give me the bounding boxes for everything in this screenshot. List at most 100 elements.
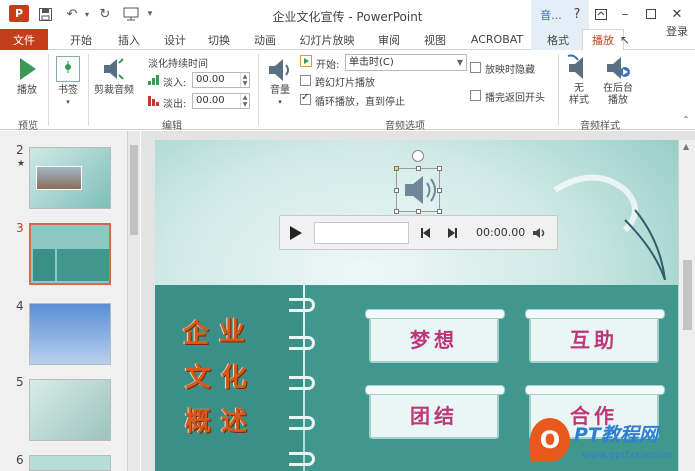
fade-out-icon	[148, 95, 160, 106]
tab-slideshow[interactable]: 幻灯片放映	[294, 29, 360, 50]
player-step-back-icon[interactable]	[420, 227, 432, 239]
resize-handle[interactable]	[437, 188, 442, 193]
binder-ring	[289, 376, 315, 390]
group-separator	[88, 54, 89, 126]
playback-ribbon: 播放 预览 书签 ▾ 剪裁音频 淡化持续时间 淡入: 00.00 ▲ ▼ 淡出: …	[0, 50, 695, 132]
slide-number: 2	[16, 143, 24, 157]
undo-dropdown-icon[interactable]: ▾	[82, 5, 92, 23]
thumbnail-scrollbar[interactable]	[127, 131, 140, 471]
content-box-dream[interactable]: 梦想	[365, 309, 505, 363]
fade-out-input[interactable]: 00.00 ▲ ▼	[192, 93, 250, 109]
resize-handle[interactable]	[394, 166, 399, 171]
group-edit-label: 编辑	[162, 121, 182, 132]
binder-ring	[289, 416, 315, 430]
audio-tools-label: 音...	[540, 9, 562, 22]
slide-thumbnail-2[interactable]	[29, 147, 111, 209]
fade-in-input[interactable]: 00.00 ▲ ▼	[192, 72, 250, 88]
redo-icon[interactable]: ↻	[96, 5, 114, 23]
player-volume-icon[interactable]	[532, 226, 548, 240]
player-time: 00:00.00	[476, 226, 526, 239]
site-watermark: O PT教程网 www.pptfxxw.com	[530, 418, 690, 468]
start-icon	[300, 55, 312, 67]
fade-in-icon	[148, 74, 160, 85]
rotate-handle-icon[interactable]	[412, 150, 424, 162]
hide-during-show-checkbox[interactable]	[470, 62, 481, 73]
resize-handle[interactable]	[394, 209, 399, 214]
player-step-forward-icon[interactable]	[446, 227, 458, 239]
ribbon-display-options-icon[interactable]	[590, 5, 612, 23]
thumbnail-block	[33, 249, 55, 281]
thumbnail-photo	[36, 166, 82, 190]
tab-home[interactable]: 开始	[62, 29, 100, 50]
animation-star-icon: ★	[17, 159, 26, 169]
customize-qat-icon[interactable]: ▾	[144, 5, 156, 23]
ribbon-tab-bar: 文件 开始 插入 设计 切换 动画 幻灯片放映 审阅 视图 ACROBAT 格式…	[0, 25, 695, 51]
group-separator	[558, 54, 559, 126]
tab-acrobat[interactable]: ACROBAT	[464, 29, 530, 50]
tab-insert[interactable]: 插入	[110, 29, 148, 50]
slide-thumbnail-6[interactable]	[29, 455, 111, 471]
content-box-unity[interactable]: 团结	[365, 385, 505, 439]
slide-thumbnail-4[interactable]	[29, 303, 111, 365]
maximize-icon[interactable]	[640, 5, 662, 23]
title-char: 述	[221, 407, 248, 437]
volume-dropdown-icon[interactable]: ▾	[272, 96, 288, 108]
collapse-ribbon-icon[interactable]: ⌃	[680, 114, 692, 126]
watermark-logo-icon: O	[530, 418, 570, 462]
undo-icon[interactable]: ↶	[62, 5, 82, 23]
bookmark-dropdown-icon[interactable]: ▾	[60, 96, 76, 108]
tab-format[interactable]: 格式	[538, 29, 578, 50]
resize-handle[interactable]	[416, 166, 421, 171]
slide-thumbnail-pane: 2 ★ 3 4 5 6	[0, 131, 140, 471]
thumbnail-scroll-thumb[interactable]	[130, 145, 138, 235]
resize-handle[interactable]	[394, 188, 399, 193]
audio-icon-selection[interactable]	[394, 166, 442, 214]
resize-handle[interactable]	[416, 209, 421, 214]
start-from-beginning-icon[interactable]	[120, 5, 142, 23]
title-char: 化	[221, 363, 248, 393]
content-box-mutual-help[interactable]: 互助	[525, 309, 665, 363]
loop-label: 循环播放，直到停止	[315, 97, 405, 108]
no-style-button[interactable]	[566, 54, 592, 82]
scroll-up-icon[interactable]: ▲	[683, 142, 689, 151]
no-style-label: 无 样式	[569, 83, 589, 106]
fade-out-spinner-icon[interactable]: ▲ ▼	[240, 94, 249, 108]
trim-audio-button[interactable]	[100, 55, 126, 83]
resize-handle[interactable]	[437, 209, 442, 214]
volume-button[interactable]	[266, 55, 294, 85]
speaker-icon[interactable]	[397, 169, 439, 211]
start-select[interactable]: 单击时(C) ▼	[345, 54, 467, 71]
tab-file[interactable]: 文件	[0, 29, 48, 50]
fade-in-spinner-icon[interactable]: ▲ ▼	[240, 73, 249, 87]
group-preview-label: 预览	[18, 121, 38, 132]
fade-in-label: 淡入:	[163, 78, 187, 89]
add-bookmark-button[interactable]	[56, 56, 80, 82]
resize-handle[interactable]	[437, 166, 442, 171]
slide-thumbnail-5[interactable]	[29, 379, 111, 441]
play-in-background-button[interactable]	[604, 54, 632, 82]
title-char: 概	[185, 407, 212, 437]
save-icon[interactable]	[36, 5, 54, 23]
slide-number: 3	[16, 221, 24, 235]
fade-in-value: 00.00	[196, 74, 225, 85]
slide-scroll-thumb[interactable]	[683, 260, 692, 330]
tab-design[interactable]: 设计	[156, 29, 194, 50]
title-char: 企	[183, 319, 210, 349]
cross-slides-checkbox[interactable]	[300, 75, 311, 86]
minimize-icon[interactable]: –	[614, 5, 636, 23]
tab-transitions[interactable]: 切换	[200, 29, 238, 50]
play-button[interactable]	[14, 55, 40, 83]
start-label: 开始:	[316, 60, 340, 71]
player-seek-bar[interactable]	[314, 222, 409, 244]
powerpoint-logo-icon: P	[9, 5, 29, 22]
slide-number: 4	[16, 299, 24, 313]
player-play-icon[interactable]	[288, 224, 304, 242]
tab-view[interactable]: 视图	[416, 29, 454, 50]
rewind-checkbox[interactable]	[470, 90, 481, 101]
tab-review[interactable]: 审阅	[370, 29, 408, 50]
loop-checkbox[interactable]	[300, 92, 311, 105]
help-icon[interactable]: ?	[566, 5, 588, 23]
slide-thumbnail-3[interactable]	[29, 223, 111, 285]
tab-animations[interactable]: 动画	[246, 29, 284, 50]
sign-in-link[interactable]: 登录	[662, 20, 692, 41]
